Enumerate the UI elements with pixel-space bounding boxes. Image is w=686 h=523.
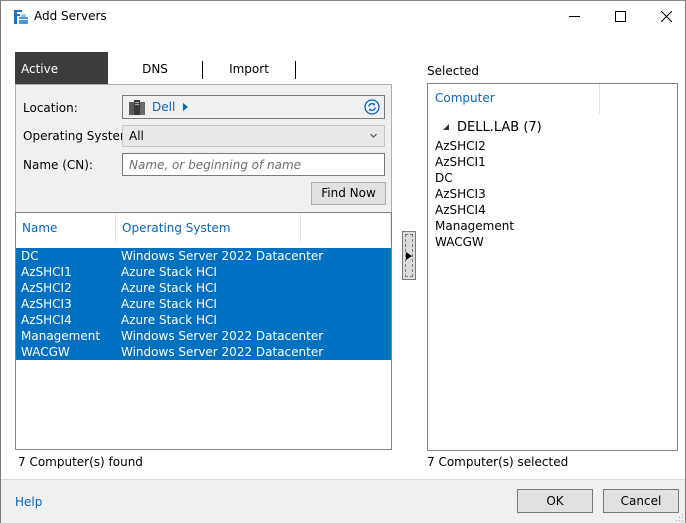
selected-title: Selected: [427, 64, 480, 78]
group-header[interactable]: DELL.LAB (7): [443, 120, 542, 135]
row-os: Azure Stack HCI: [121, 265, 217, 279]
list-item[interactable]: WACGW: [435, 234, 514, 250]
tab-separator: [295, 61, 296, 79]
domain-icon: [129, 100, 145, 115]
column-header-name[interactable]: Name: [16, 213, 116, 243]
minimize-button[interactable]: [551, 1, 597, 31]
list-item[interactable]: Management: [435, 218, 514, 234]
table-row[interactable]: AzSHCI2 Azure Stack HCI: [16, 280, 391, 296]
search-panel: Location: Dell Operating System: All Nam…: [15, 84, 392, 212]
tab-import-label: Import: [229, 62, 269, 76]
results-list[interactable]: Name Operating System DC Windows Server 2…: [15, 212, 392, 450]
row-name: AzSHCI4: [21, 313, 72, 327]
cancel-button[interactable]: Cancel: [603, 489, 679, 513]
row-os: Windows Server 2022 Datacenter: [121, 329, 324, 343]
row-name: AzSHCI3: [21, 297, 72, 311]
add-selected-button[interactable]: [402, 231, 416, 280]
close-icon: [660, 10, 672, 22]
os-dropdown[interactable]: All: [122, 125, 385, 147]
list-item[interactable]: AzSHCI1: [435, 154, 514, 170]
row-os: Windows Server 2022 Datacenter: [121, 345, 324, 359]
list-item[interactable]: AzSHCI4: [435, 202, 514, 218]
window-title: Add Servers: [34, 9, 107, 23]
location-field[interactable]: Dell: [122, 95, 385, 119]
tab-dns[interactable]: DNS: [108, 52, 202, 84]
source-tabs: Active Directory DNS Import: [15, 52, 296, 110]
os-label: Operating System:: [23, 129, 136, 143]
row-name: Management: [21, 329, 101, 343]
tab-dns-label: DNS: [142, 62, 168, 76]
result-rows: DC Windows Server 2022 Datacenter AzSHCI1…: [16, 248, 391, 360]
selected-list[interactable]: Computer DELL.LAB (7) AzSHCI2 AzSHCI1 DC…: [427, 83, 678, 451]
breadcrumb-arrow-icon[interactable]: [183, 103, 188, 111]
tab-import[interactable]: Import: [202, 52, 296, 84]
table-row[interactable]: AzSHCI4 Azure Stack HCI: [16, 312, 391, 328]
table-row[interactable]: WACGW Windows Server 2022 Datacenter: [16, 344, 391, 360]
row-name: AzSHCI2: [21, 281, 72, 295]
column-header-computer[interactable]: Computer: [428, 84, 600, 114]
location-label: Location:: [23, 101, 78, 115]
title-bar: Add Servers: [1, 1, 685, 33]
list-item[interactable]: DC: [435, 170, 514, 186]
resize-grip-icon[interactable]: [674, 512, 684, 522]
column-header-empty: [301, 213, 391, 243]
found-count: 7 Computer(s) found: [18, 455, 143, 469]
row-os: Azure Stack HCI: [121, 281, 217, 295]
row-os: Azure Stack HCI: [121, 313, 217, 327]
row-name: WACGW: [21, 345, 70, 359]
name-input[interactable]: [122, 153, 385, 176]
group-label: DELL.LAB (7): [457, 120, 542, 135]
row-os: Windows Server 2022 Datacenter: [121, 249, 324, 263]
minimize-icon: [568, 15, 580, 17]
table-row[interactable]: AzSHCI1 Azure Stack HCI: [16, 264, 391, 280]
row-name: DC: [21, 249, 39, 263]
maximize-icon: [614, 10, 626, 22]
location-value[interactable]: Dell: [152, 100, 175, 114]
list-item[interactable]: AzSHCI2: [435, 138, 514, 154]
table-row[interactable]: Management Windows Server 2022 Datacenter: [16, 328, 391, 344]
tab-separator: [202, 61, 203, 79]
row-os: Azure Stack HCI: [121, 297, 217, 311]
name-label: Name (CN):: [23, 158, 93, 172]
column-header-os[interactable]: Operating System: [116, 213, 301, 243]
table-row[interactable]: DC Windows Server 2022 Datacenter: [16, 248, 391, 264]
arrow-right-icon: [406, 252, 412, 260]
row-name: AzSHCI1: [21, 265, 72, 279]
tab-active-directory[interactable]: Active Directory: [15, 52, 108, 110]
refresh-icon[interactable]: [364, 99, 380, 115]
list-item[interactable]: AzSHCI3: [435, 186, 514, 202]
close-button[interactable]: [643, 1, 686, 31]
os-selected-value: All: [129, 129, 144, 143]
add-servers-dialog: Add Servers Active Directory DNS Import …: [0, 0, 686, 523]
find-now-button[interactable]: Find Now: [311, 182, 386, 205]
collapse-triangle-icon[interactable]: [443, 124, 449, 130]
server-manager-icon: [14, 10, 28, 24]
ok-button[interactable]: OK: [517, 489, 593, 513]
selected-items: AzSHCI2 AzSHCI1 DC AzSHCI3 AzSHCI4 Manag…: [435, 138, 514, 250]
maximize-button[interactable]: [597, 1, 643, 31]
chevron-down-icon: [370, 133, 377, 138]
dialog-footer: Help OK Cancel: [1, 479, 685, 523]
help-link[interactable]: Help: [15, 495, 42, 509]
selected-count: 7 Computer(s) selected: [427, 455, 569, 469]
table-row[interactable]: AzSHCI3 Azure Stack HCI: [16, 296, 391, 312]
